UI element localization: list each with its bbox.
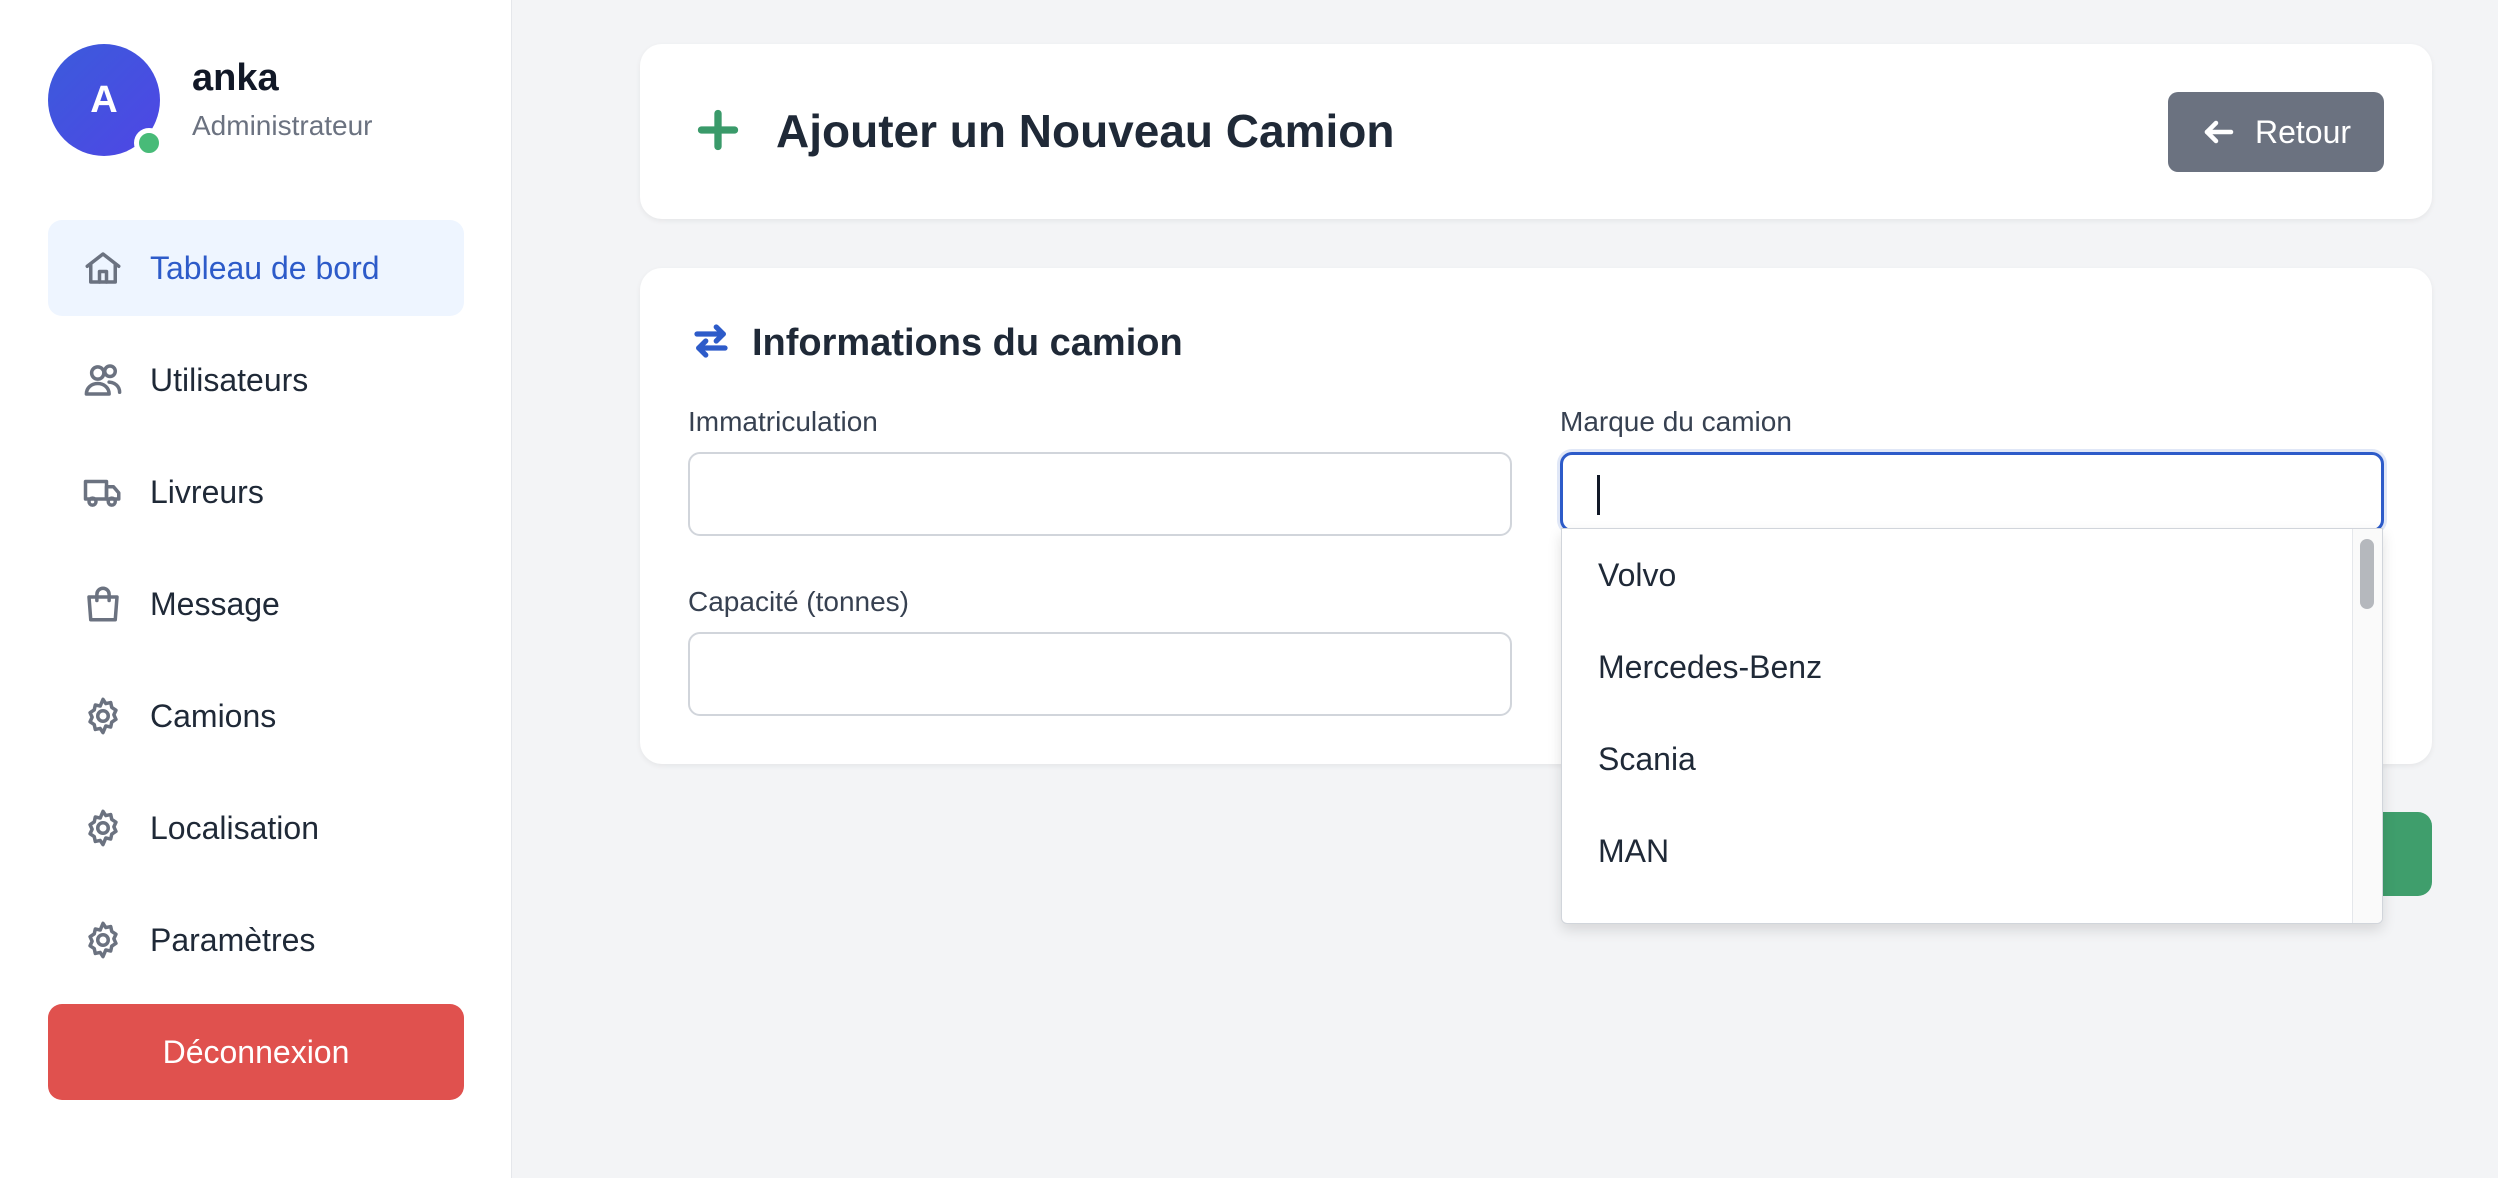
sidebar-item-message[interactable]: Message xyxy=(48,556,464,652)
plus-icon xyxy=(696,108,740,152)
dropdown-option[interactable]: Scania xyxy=(1562,713,2382,805)
user-name: anka xyxy=(192,57,279,100)
gear-icon xyxy=(82,919,124,961)
home-icon xyxy=(82,247,124,289)
sidebar-item-label: Camions xyxy=(150,697,277,734)
bag-icon xyxy=(82,583,124,625)
marque-dropdown: Volvo Mercedes-Benz Scania MAN xyxy=(1561,528,2383,924)
sidebar-nav: Tableau de bord Utilisateurs Livreurs Me… xyxy=(48,220,464,1004)
gear-icon xyxy=(82,807,124,849)
user-role: Administrateur xyxy=(192,109,373,141)
sidebar-item-camions[interactable]: Camions xyxy=(48,668,464,764)
immatriculation-input[interactable] xyxy=(688,452,1512,536)
sidebar-item-label: Paramètres xyxy=(150,921,316,958)
text-caret xyxy=(1597,475,1600,515)
sidebar-item-label: Utilisateurs xyxy=(150,361,309,398)
sidebar-item-localisation[interactable]: Localisation xyxy=(48,780,464,876)
sidebar-item-label: Tableau de bord xyxy=(150,249,380,286)
swap-arrows-icon xyxy=(690,320,732,362)
sidebar-item-label: Localisation xyxy=(150,809,319,846)
sidebar-item-livreurs[interactable]: Livreurs xyxy=(48,444,464,540)
sidebar-item-utilisateurs[interactable]: Utilisateurs xyxy=(48,332,464,428)
dropdown-option[interactable]: Mercedes-Benz xyxy=(1562,621,2382,713)
dropdown-option[interactable]: Volvo xyxy=(1562,529,2382,621)
avatar: A xyxy=(48,44,164,158)
online-status-indicator xyxy=(134,128,164,158)
arrow-left-icon xyxy=(2204,120,2234,144)
marque-input[interactable] xyxy=(1560,452,2384,532)
users-icon xyxy=(82,359,124,401)
dropdown-option[interactable]: MAN xyxy=(1562,805,2382,897)
page-header: Ajouter un Nouveau Camion Retour xyxy=(640,44,2432,219)
section-title: Informations du camion xyxy=(752,322,1183,364)
back-button-label: Retour xyxy=(2254,113,2352,150)
sidebar: A anka Administrateur Tableau de bord Ut… xyxy=(0,0,512,1178)
back-button[interactable]: Retour xyxy=(2168,92,2384,172)
sidebar-item-tableau-de-bord[interactable]: Tableau de bord xyxy=(48,220,464,316)
capacite-input[interactable] xyxy=(688,632,1512,716)
truck-icon xyxy=(82,471,124,513)
user-profile: A anka Administrateur xyxy=(48,44,373,158)
dropdown-scrollbar[interactable] xyxy=(2352,529,2382,923)
sidebar-item-label: Livreurs xyxy=(150,473,264,510)
avatar-initial: A xyxy=(90,78,118,121)
gear-icon xyxy=(82,695,124,737)
marque-label: Marque du camion xyxy=(1560,406,1792,437)
dropdown-scrollbar-thumb[interactable] xyxy=(2360,539,2374,609)
page-title: Ajouter un Nouveau Camion xyxy=(776,105,1395,157)
logout-button[interactable]: Déconnexion xyxy=(48,1004,464,1100)
sidebar-item-parametres[interactable]: Paramètres xyxy=(48,892,464,988)
capacite-label: Capacité (tonnes) xyxy=(688,586,910,617)
immatriculation-label: Immatriculation xyxy=(688,406,878,437)
sidebar-item-label: Message xyxy=(150,585,280,622)
